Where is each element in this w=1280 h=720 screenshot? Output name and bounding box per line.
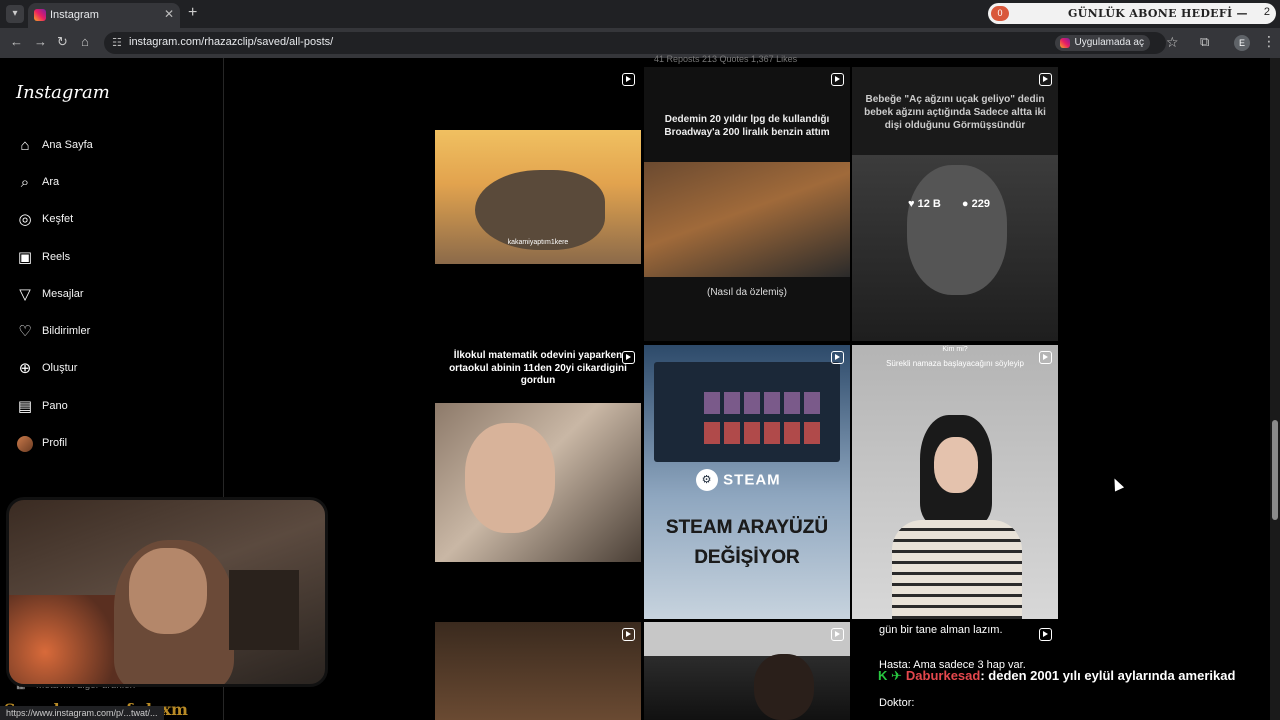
reload-icon[interactable]: ↻ — [57, 34, 68, 50]
dashboard-icon: ▤ — [17, 398, 33, 415]
reels-icon — [622, 628, 635, 641]
extensions-icon[interactable]: ⧉ — [1200, 34, 1209, 50]
bookmark-star-icon[interactable]: ☆ — [1166, 34, 1179, 51]
post-image — [435, 403, 641, 562]
post-caption: Bebeğe "Aç ağzını uçak geliyo" dedin beb… — [864, 94, 1046, 131]
tab-search-button[interactable]: ▾ — [6, 5, 24, 23]
saved-post-tile[interactable]: Bebeğe "Aç ağzını uçak geliyo" dedin beb… — [852, 67, 1058, 341]
saved-post-tile[interactable]: ⚙ STEAM STEAM ARAYÜZÜ DEĞİŞİYOR — [644, 345, 850, 619]
post-stats-strip: 41 Reposts 213 Quotes 1,367 Likes — [654, 54, 798, 64]
open-in-app-button[interactable]: Uygulamada aç — [1054, 35, 1150, 51]
link-status-bar: https://www.instagram.com/p/...twat/... — [0, 706, 164, 720]
browser-profile-avatar[interactable]: E — [1234, 35, 1250, 51]
sidebar-item-reels[interactable]: ▣ Reels — [16, 246, 216, 274]
tab-title: Instagram — [50, 9, 99, 21]
browser-tab-strip: ▾ Instagram ✕ + 0 GÜNLÜK ABONE HEDEFİ — … — [0, 0, 1280, 28]
goal-count: 0 — [991, 6, 1009, 21]
instagram-icon — [1059, 38, 1070, 48]
post-caption: İlkokul matematik odevini yaparken ortao… — [449, 350, 627, 386]
sidebar-item-home[interactable]: ⌂ Ana Sayfa — [16, 134, 216, 162]
reels-icon: ▣ — [17, 249, 33, 266]
goal-label: GÜNLÜK ABONE HEDEFİ — — [1068, 7, 1248, 20]
post-image — [644, 162, 850, 277]
reels-icon — [622, 351, 635, 364]
send-icon: ▽ — [19, 286, 31, 303]
post-caption: Kim mi? — [942, 346, 968, 353]
saved-post-tile[interactable] — [644, 622, 850, 720]
heart-icon: ♡ — [18, 323, 32, 340]
sidebar-item-profile[interactable]: Profil — [16, 432, 216, 460]
new-tab-icon[interactable]: + — [188, 4, 197, 22]
home-icon: ⌂ — [20, 137, 30, 154]
post-subtitle-2: Doktor: — [879, 697, 915, 709]
sidebar-item-explore[interactable]: ◎ Keşfet — [16, 208, 216, 236]
address-bar[interactable]: ☷ instagram.com/rhazazclip/saved/all-pos… — [104, 32, 1166, 54]
saved-post-tile[interactable]: Kim mi? Sürekli namaza başlayacağını söy… — [852, 345, 1058, 619]
reels-icon — [1039, 351, 1052, 364]
post-image — [852, 155, 1058, 341]
plus-icon: ⊕ — [18, 360, 32, 377]
steam-logo-icon: ⚙ — [696, 469, 718, 491]
reels-icon — [1039, 73, 1052, 86]
subscriber-goal-widget: 0 GÜNLÜK ABONE HEDEFİ — 2 — [988, 3, 1276, 24]
scrollbar-thumb[interactable] — [1272, 420, 1278, 520]
browser-tab[interactable]: Instagram ✕ — [28, 3, 180, 28]
post-caption: STEAM ARAYÜZÜ DEĞİŞİYOR — [665, 517, 829, 568]
saved-post-tile[interactable]: Dedemin 20 yıldır lpg de kullandığı Broa… — [644, 67, 850, 341]
browser-menu-icon[interactable]: ⋮ — [1262, 33, 1276, 50]
saved-post-tile[interactable] — [435, 622, 641, 720]
like-icon: ♥ — [908, 198, 915, 210]
chat-badge-icon: K ✈ — [878, 668, 902, 683]
comment-count: 229 — [971, 198, 990, 210]
back-icon[interactable]: ← — [10, 34, 23, 49]
steam-brand: ⚙ STEAM — [696, 469, 781, 491]
search-icon: ⌕ — [20, 174, 30, 191]
browser-toolbar: ← → ↻ ⌂ ☷ instagram.com/rhazazclip/saved… — [0, 28, 1280, 58]
home-browser-icon[interactable]: ⌂ — [81, 34, 89, 49]
saved-post-tile[interactable]: İlkokul matematik odevini yaparken ortao… — [435, 345, 641, 619]
sidebar-item-search[interactable]: ⌕ Ara — [16, 171, 216, 199]
saved-post-tile[interactable]: kakamiyaptım1kere — [435, 67, 641, 341]
post-caption: gün bir tane alman lazım. — [879, 624, 1003, 636]
hover-stats: ♥ 12 B ● 229 — [908, 198, 990, 210]
address-url[interactable]: instagram.com/rhazazclip/saved/all-posts… — [129, 36, 333, 48]
post-caption: Dedemin 20 yıldır lpg de kullandığı Broa… — [664, 114, 830, 138]
site-info-icon[interactable]: ☷ — [112, 36, 122, 49]
post-image — [920, 415, 992, 525]
sidebar-item-create[interactable]: ⊕ Oluştur — [16, 357, 216, 385]
profile-avatar — [16, 435, 34, 453]
close-tab-icon[interactable]: ✕ — [164, 7, 174, 21]
goal-target: 2 — [1263, 6, 1270, 18]
stream-chat-message: K ✈ Daburkesad: deden 2001 yılı eylül ayl… — [878, 668, 1235, 688]
sidebar-item-messages[interactable]: ▽ Mesajlar — [16, 283, 216, 311]
chat-username: Daburkesad — [905, 668, 981, 683]
forward-icon[interactable]: → — [34, 34, 47, 49]
sidebar-item-dashboard[interactable]: ▤ Pano — [16, 395, 216, 423]
reels-icon — [622, 73, 635, 86]
reels-icon — [1039, 628, 1052, 641]
comment-icon: ● — [961, 198, 969, 210]
chat-text: : deden 2001 yılı eylül aylarında amerik… — [980, 668, 1236, 683]
compass-icon: ◎ — [18, 211, 32, 228]
reels-icon — [831, 351, 844, 364]
steam-ui-preview — [654, 362, 840, 462]
reels-icon — [831, 73, 844, 86]
reels-icon — [831, 628, 844, 641]
post-subtitle: kakamiyaptım1kere — [507, 239, 569, 246]
post-subtitle: Sürekli namaza başlayacağını söyleyip — [886, 359, 1024, 368]
post-subtitle: (Nasıl da özlemiş) — [706, 287, 788, 298]
like-count: 12 B — [917, 198, 941, 210]
streamer-webcam — [6, 497, 328, 687]
instagram-logo[interactable]: Instagram — [16, 82, 110, 103]
instagram-favicon-icon — [34, 9, 46, 21]
page-scrollbar[interactable] — [1270, 58, 1280, 720]
sidebar-item-notifications[interactable]: ♡ Bildirimler — [16, 320, 216, 348]
